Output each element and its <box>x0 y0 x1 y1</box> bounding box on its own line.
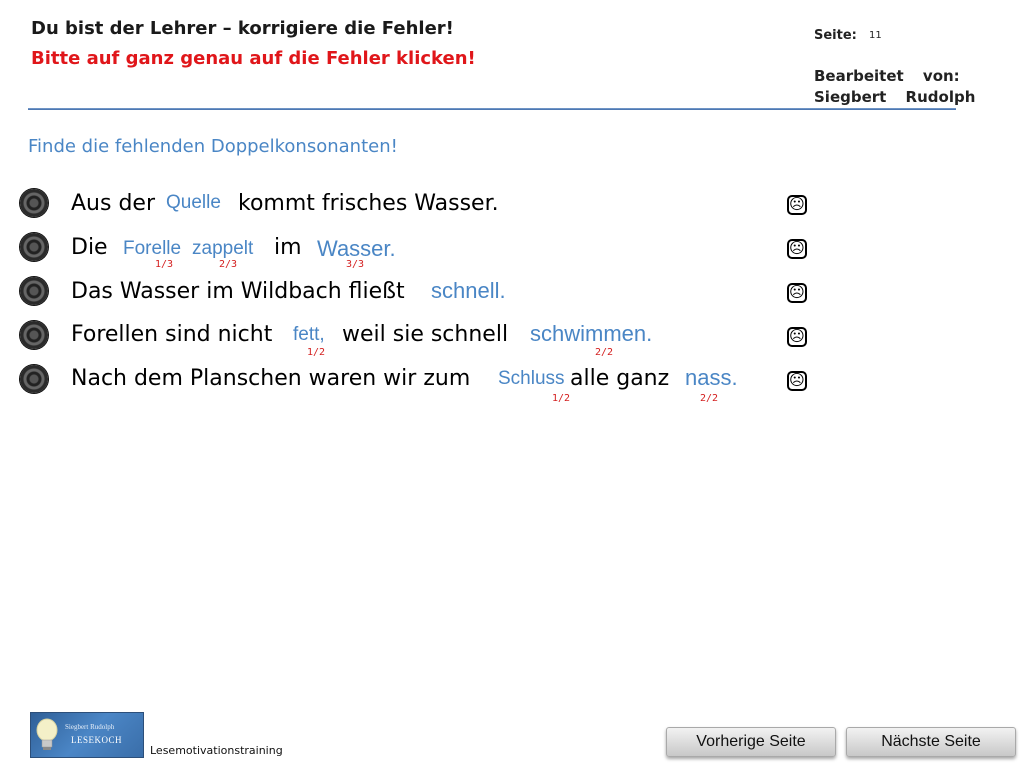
correction-nass[interactable]: nass. <box>685 365 738 391</box>
sentence-4-part-1: Forellen sind nicht <box>71 322 273 347</box>
score-label: 2/3 <box>219 259 238 270</box>
frown-face-icon: ☹ <box>787 195 807 215</box>
logo-author: Siegbert Rudolph <box>65 723 115 731</box>
sentence-5-part-2: alle ganz <box>570 366 670 391</box>
correction-zappelt[interactable]: zappelt <box>192 238 253 260</box>
score-label: 3/3 <box>346 259 365 270</box>
page-label: Seite: <box>814 28 857 43</box>
correction-fett[interactable]: fett, <box>293 324 325 346</box>
next-page-button[interactable]: Nächste Seite <box>846 727 1016 757</box>
sentence-2-part-2: im <box>274 235 302 260</box>
sentence-2-part-1: Die <box>71 235 108 260</box>
correction-schwimmen[interactable]: schwimmen. <box>530 321 652 347</box>
page-title: Du bist der Lehrer – korrigiere die Fehl… <box>31 18 454 39</box>
footer-label: Lesemotivationstraining <box>150 744 283 757</box>
sentence-1-part-2: kommt frisches Wasser. <box>238 191 499 216</box>
previous-page-button[interactable]: Vorherige Seite <box>666 727 836 757</box>
correction-quelle[interactable]: Quelle <box>166 192 221 214</box>
instruction-subtitle: Bitte auf ganz genau auf die Fehler klic… <box>31 48 476 69</box>
page-number: 11 <box>869 30 882 41</box>
frown-face-icon: ☹ <box>787 327 807 347</box>
lightbulb-icon <box>36 718 58 750</box>
score-label: 1/2 <box>307 347 326 358</box>
lesekoch-logo: Siegbert Rudolph LESEKOCH <box>30 712 144 758</box>
score-label: 2/2 <box>595 347 614 358</box>
sentence-5-part-1: Nach dem Planschen waren wir zum <box>71 366 471 391</box>
author-name: Siegbert Rudolph <box>814 88 976 106</box>
edited-by-label: Bearbeitet von: <box>814 67 960 85</box>
frown-face-icon: ☹ <box>787 239 807 259</box>
speaker-icon[interactable] <box>20 189 48 217</box>
correction-schnell[interactable]: schnell. <box>431 278 506 304</box>
header-divider <box>28 108 956 110</box>
speaker-icon[interactable] <box>20 365 48 393</box>
sentence-4-part-2: weil sie schnell <box>342 322 509 347</box>
score-label: 1/3 <box>155 259 174 270</box>
logo-brand: LESEKOCH <box>71 735 122 745</box>
correction-forelle[interactable]: Forelle <box>123 238 181 260</box>
score-label: 1/2 <box>552 393 571 404</box>
speaker-icon[interactable] <box>20 321 48 349</box>
score-label: 2/2 <box>700 393 719 404</box>
correction-schluss[interactable]: Schluss <box>498 368 565 390</box>
sentence-1-part-1: Aus der <box>71 191 155 216</box>
speaker-icon[interactable] <box>20 277 48 305</box>
frown-face-icon: ☹ <box>787 283 807 303</box>
task-text: Finde die fehlenden Doppelkonsonanten! <box>28 136 398 157</box>
speaker-icon[interactable] <box>20 233 48 261</box>
sentence-3-part-1: Das Wasser im Wildbach fließt <box>71 279 405 304</box>
frown-face-icon: ☹ <box>787 371 807 391</box>
